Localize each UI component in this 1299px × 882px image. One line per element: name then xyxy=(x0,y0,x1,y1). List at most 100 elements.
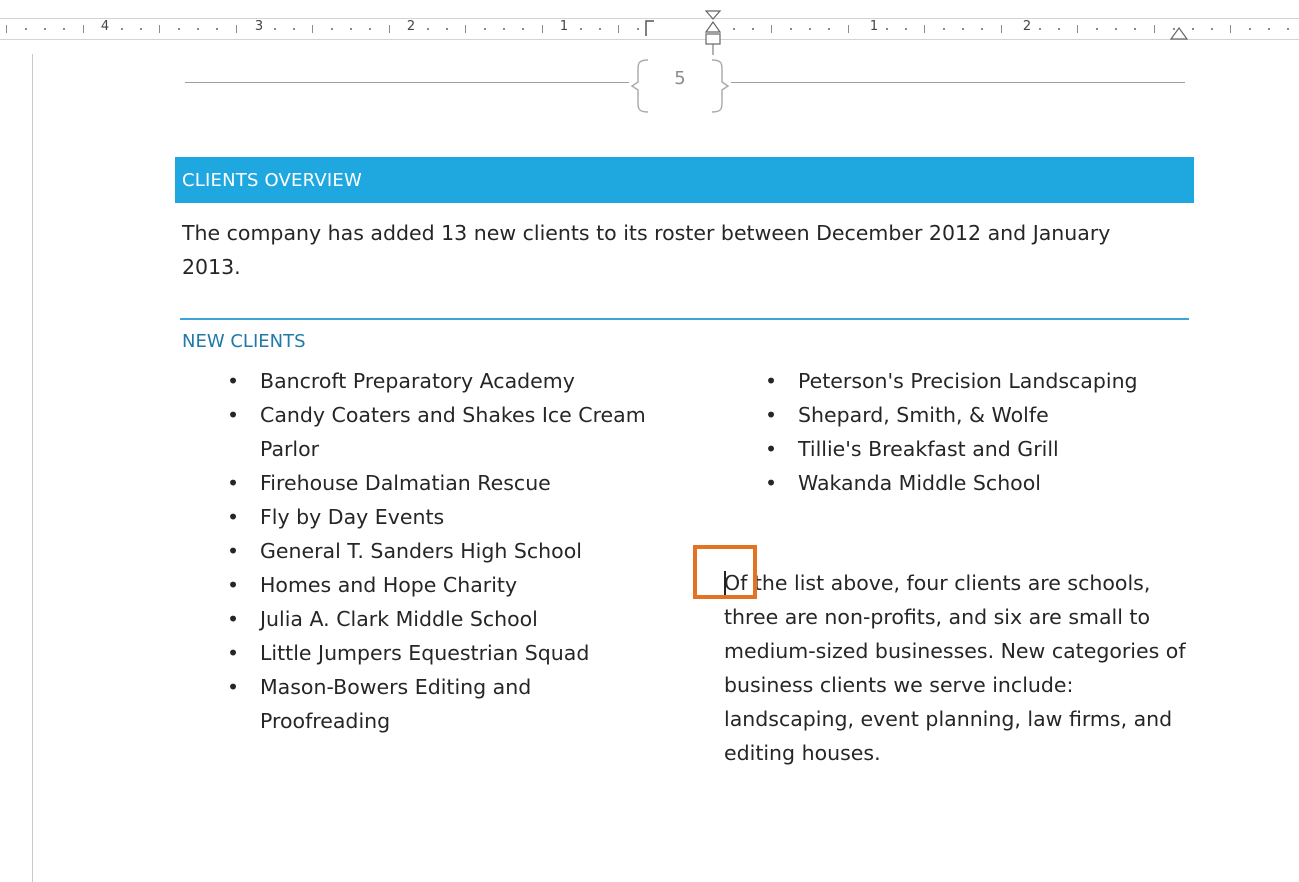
list-item[interactable]: • Little Jumpers Equestrian Squad xyxy=(227,636,647,670)
ruler-tick xyxy=(369,28,372,30)
ruler-tick xyxy=(273,28,276,30)
bullet-icon: • xyxy=(227,369,240,393)
ruler-tick xyxy=(312,25,313,33)
bullet-icon: • xyxy=(227,471,240,495)
list-item[interactable]: • General T. Sanders High School xyxy=(227,534,647,568)
list-item[interactable]: • Mason-Bowers Editing and Proofreading xyxy=(227,670,647,738)
list-item[interactable]: • Candy Coaters and Shakes Ice Cream Parl… xyxy=(227,398,647,466)
ruler-tick xyxy=(484,28,487,30)
ruler-tick xyxy=(618,25,619,33)
list-item-text: Candy Coaters and Shakes Ice Cream Parlo… xyxy=(260,403,646,461)
horizontal-ruler[interactable]: 4 3 2 1 1 2 xyxy=(0,0,1299,55)
bullet-icon: • xyxy=(227,505,240,529)
ruler-tick xyxy=(197,28,200,30)
ruler-tick xyxy=(178,28,181,30)
list-item-text: General T. Sanders High School xyxy=(260,539,582,563)
list-item[interactable]: • Shepard, Smith, & Wolfe xyxy=(765,398,1185,432)
header-rule-left xyxy=(185,82,629,83)
ruler-tick xyxy=(751,28,754,30)
indent-marker-icon[interactable] xyxy=(702,10,724,56)
ruler-tick xyxy=(503,28,506,30)
bullet-icon: • xyxy=(765,437,778,461)
ruler-tick xyxy=(82,25,84,33)
ruler-tick xyxy=(1000,25,1002,33)
ruler-tick xyxy=(44,28,47,30)
ruler-tick xyxy=(216,28,219,30)
ruler-tick xyxy=(828,28,831,30)
list-item[interactable]: • Wakanda Middle School xyxy=(765,466,1185,500)
ruler-tick xyxy=(847,25,849,33)
list-item[interactable]: • Firehouse Dalmatian Rescue xyxy=(227,466,647,500)
ruler-tick xyxy=(139,28,142,30)
list-item[interactable]: • Julia A. Clark Middle School xyxy=(227,602,647,636)
list-item[interactable]: • Peterson's Precision Landscaping xyxy=(765,364,1185,398)
list-item-text: Julia A. Clark Middle School xyxy=(260,607,538,631)
list-item-text: Fly by Day Events xyxy=(260,505,445,529)
ruler-number: 2 xyxy=(406,19,416,34)
ruler-tick xyxy=(1134,28,1137,30)
right-indent-icon[interactable] xyxy=(1170,26,1188,40)
list-item[interactable]: • Homes and Hope Charity xyxy=(227,568,647,602)
header-rule-right xyxy=(731,82,1185,83)
ruler-tick xyxy=(598,28,601,30)
ruler-tick xyxy=(1038,28,1041,30)
ruler-tick xyxy=(1249,28,1252,30)
ruler-tick xyxy=(1077,25,1078,33)
ruler-number: 3 xyxy=(254,19,264,34)
ruler-tick xyxy=(388,25,390,33)
list-item-text: Peterson's Precision Landscaping xyxy=(798,369,1138,393)
list-item[interactable]: • Tillie's Breakfast and Grill xyxy=(765,432,1185,466)
ruler-number: 1 xyxy=(559,19,569,34)
ruler-tick xyxy=(1191,28,1194,30)
list-item-text: Bancroft Preparatory Academy xyxy=(260,369,575,393)
bullet-icon: • xyxy=(227,573,240,597)
ruler-tick xyxy=(885,28,888,30)
ruler-tick xyxy=(1230,25,1231,33)
client-list-right[interactable]: • Peterson's Precision Landscaping • Shepa… xyxy=(765,364,1185,500)
ruler-tick xyxy=(981,28,984,30)
ruler-tick xyxy=(809,28,812,30)
ruler-tick xyxy=(541,25,543,33)
ruler-tick xyxy=(331,28,334,30)
intro-paragraph[interactable]: The company has added 13 new clients to … xyxy=(182,216,1172,284)
ruler-tick xyxy=(790,28,793,30)
ruler-tick xyxy=(522,28,525,30)
ruler-number: 4 xyxy=(100,19,110,34)
bullet-icon: • xyxy=(227,539,240,563)
ruler-tick xyxy=(445,28,448,30)
ruler-tick xyxy=(1268,28,1271,30)
ruler-tick xyxy=(1210,28,1213,30)
list-item-text: Firehouse Dalmatian Rescue xyxy=(260,471,551,495)
bullet-icon: • xyxy=(765,403,778,427)
ruler-tick xyxy=(350,28,353,30)
ruler-number: 1 xyxy=(869,19,879,34)
list-item-text: Mason-Bowers Editing and Proofreading xyxy=(260,675,532,733)
ruler-tick xyxy=(159,25,160,33)
ruler-tick xyxy=(120,28,123,30)
page-number: 5 xyxy=(674,68,686,89)
subheading[interactable]: NEW CLIENTS xyxy=(182,331,306,352)
list-item[interactable]: • Bancroft Preparatory Academy xyxy=(227,364,647,398)
tab-stop-icon[interactable] xyxy=(645,20,655,36)
ruler-tick xyxy=(6,25,7,33)
section-heading[interactable]: CLIENTS OVERVIEW xyxy=(182,170,362,191)
client-list-left[interactable]: • Bancroft Preparatory Academy • Candy Coa… xyxy=(227,364,647,738)
ruler-tick xyxy=(771,25,772,33)
list-item-text: Wakanda Middle School xyxy=(798,471,1041,495)
bullet-icon: • xyxy=(227,675,240,699)
list-item-text: Homes and Hope Charity xyxy=(260,573,518,597)
list-item[interactable]: • Fly by Day Events xyxy=(227,500,647,534)
list-item-text: Little Jumpers Equestrian Squad xyxy=(260,641,590,665)
ruler-tick xyxy=(235,25,237,33)
ruler-tick xyxy=(465,25,466,33)
ruler-tick xyxy=(637,28,640,30)
bullet-icon: • xyxy=(765,471,778,495)
ruler-number: 2 xyxy=(1022,19,1032,34)
section-divider xyxy=(180,318,1189,320)
ruler-tick xyxy=(1115,28,1118,30)
ruler-tick xyxy=(1096,28,1099,30)
ruler-tick xyxy=(63,28,66,30)
summary-paragraph[interactable]: Of the list above, four clients are scho… xyxy=(724,566,1194,770)
ruler-tick xyxy=(1153,25,1155,33)
bullet-icon: • xyxy=(227,607,240,631)
